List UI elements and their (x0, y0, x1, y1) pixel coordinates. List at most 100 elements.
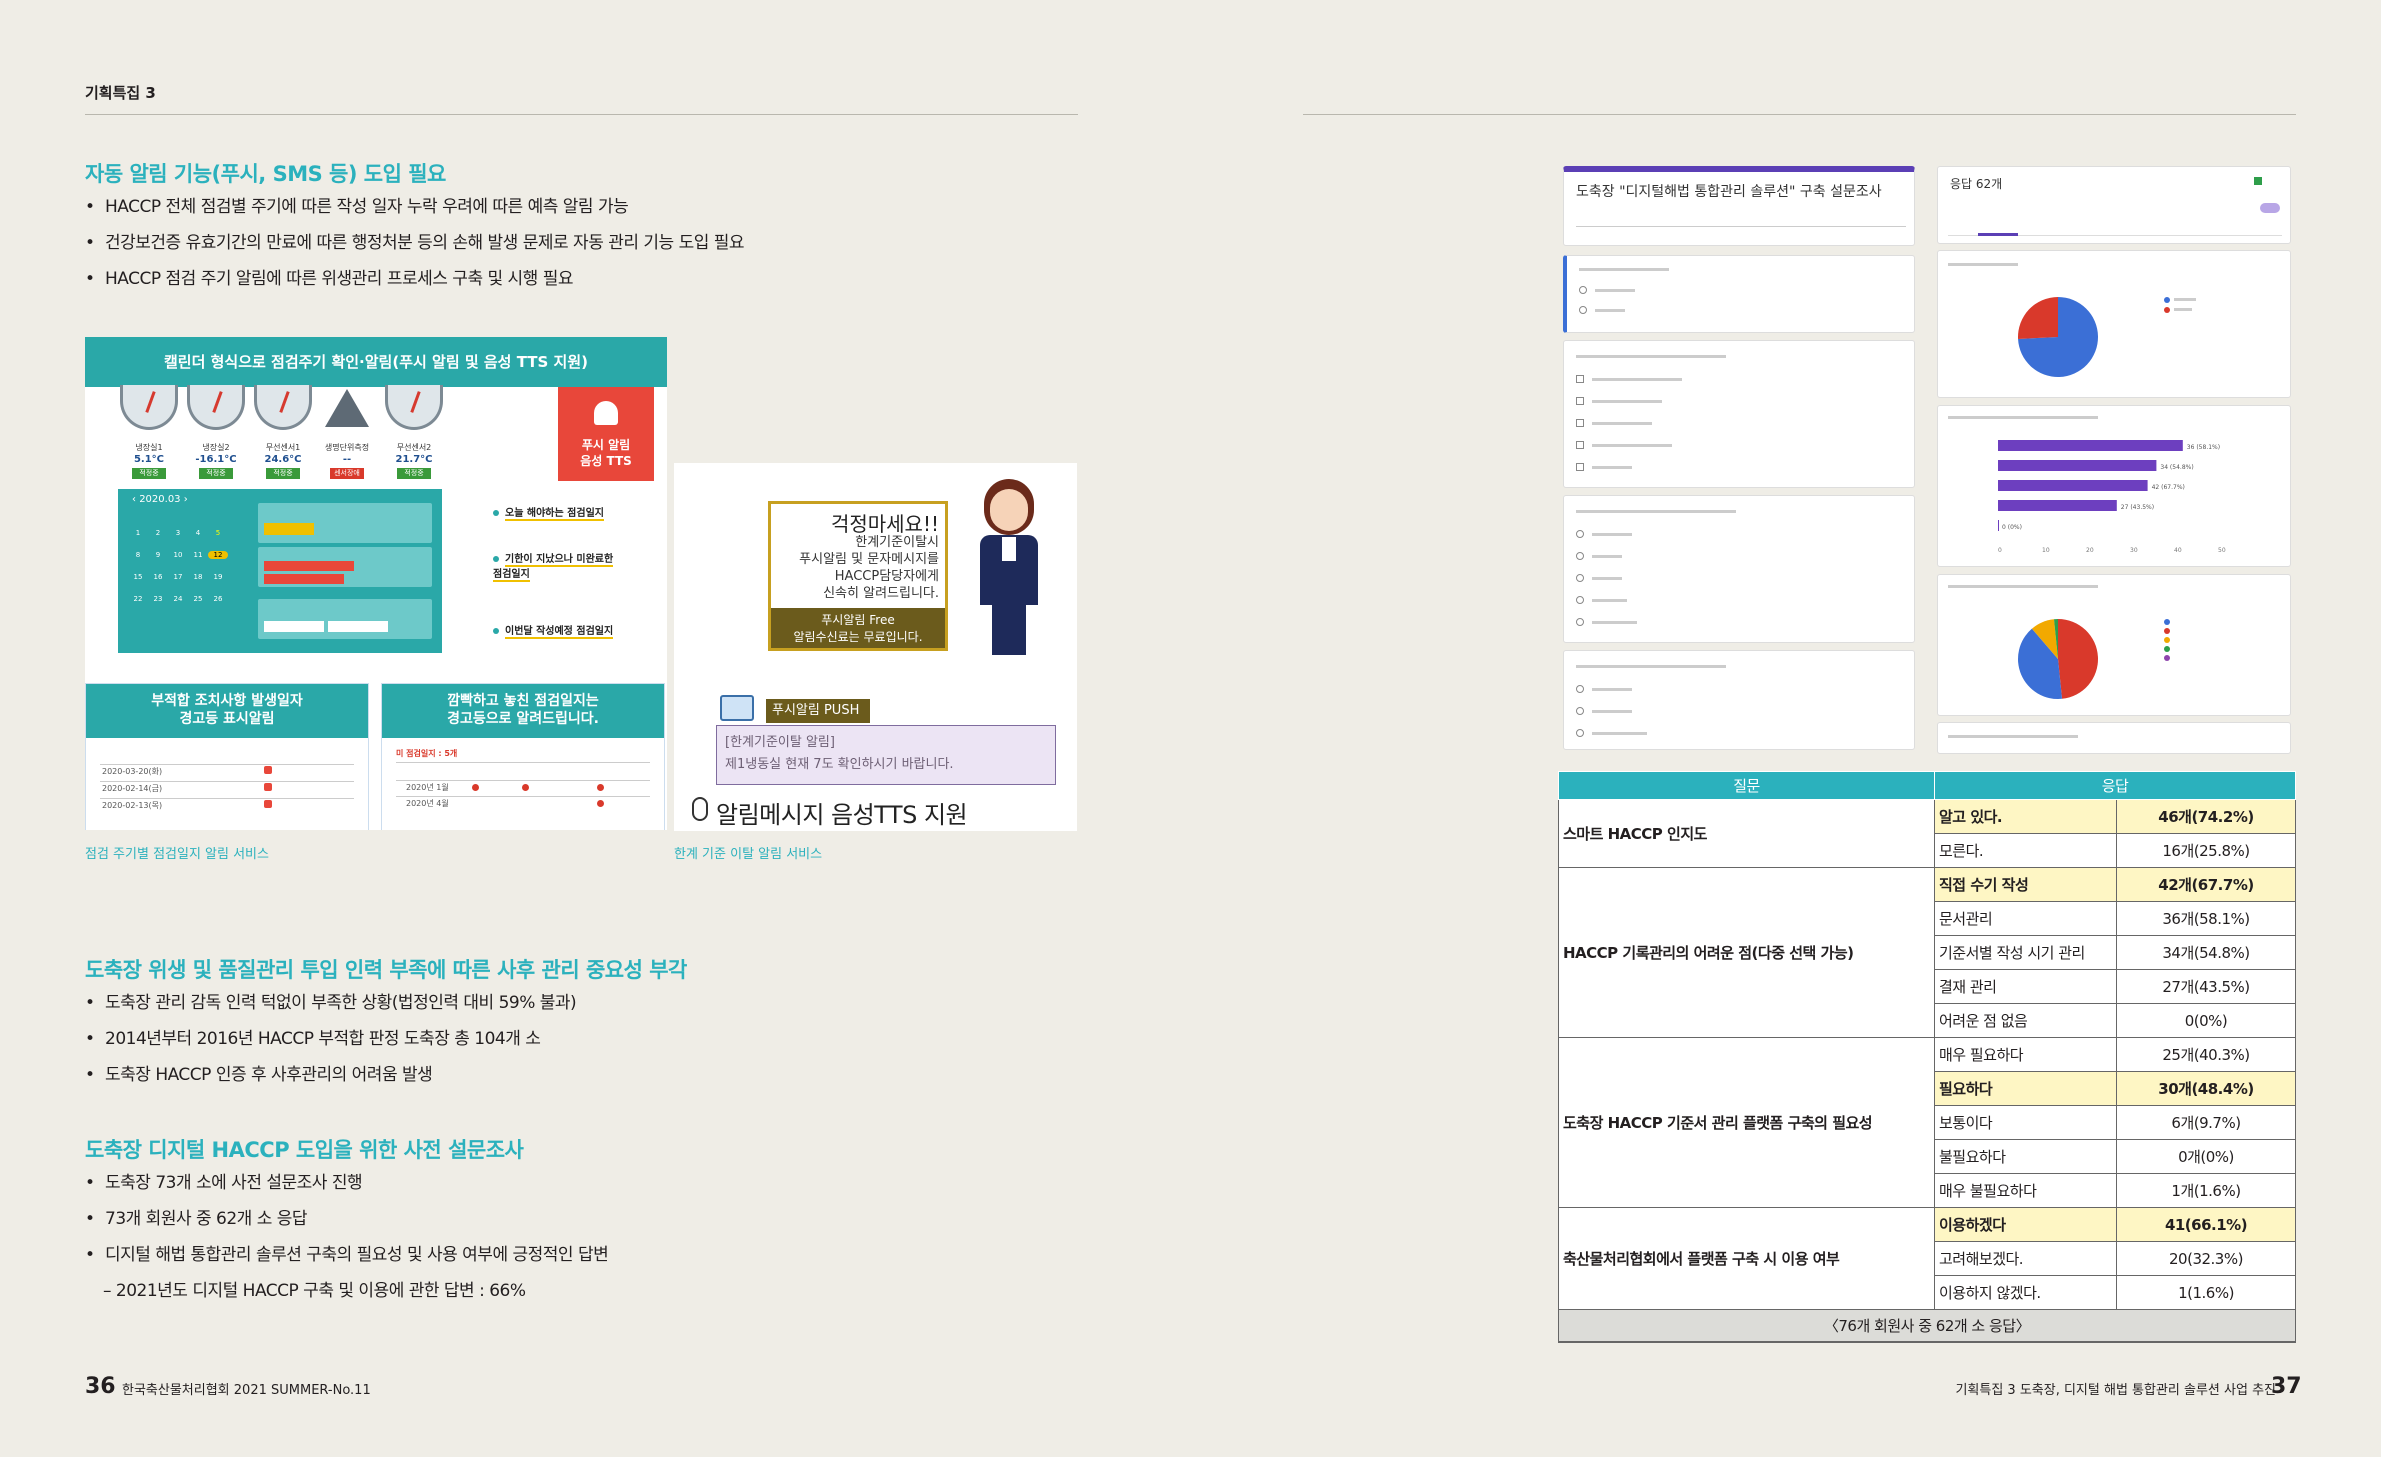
table-row: 축산물처리협회에서 플랫폼 구축 시 이용 여부 이용하겠다 41(66.1%) (1558, 1207, 2296, 1310)
section-title-manpower: 도축장 위생 및 품질관리 투입 인력 부족에 따른 사후 관리 중요성 부각 (85, 958, 687, 982)
calendar-event (258, 503, 432, 543)
list-item: • 디지털 해법 통합관리 솔루션 구축의 필요성 및 사용 여부에 긍정적인 답… (85, 1245, 609, 1265)
table-row: 도축장 HACCP 기준서 관리 플랫폼 구축의 필요성 매우 필요하다 25개(4… (1558, 1037, 2296, 1208)
alarm-icon (264, 766, 272, 774)
pie-chart-card (1937, 250, 2291, 398)
nonconformity-box: 부적합 조치사항 발생일자 경고등 표시알림 2020-03-20(화) 202… (85, 683, 369, 830)
list-item: • 건강보건증 유효기간의 만료에 따른 행정처분 등의 손해 발생 문제로 자동… (85, 233, 745, 253)
x-tick-label: 40 (2174, 547, 2182, 554)
status-badge: 적정중 (199, 468, 233, 479)
bullet-list-auto-alert: • HACCP 전체 점검별 주기에 따른 작성 일자 누락 우려에 따른 예측 … (85, 189, 745, 297)
page-number-right: 37 (2271, 1374, 2302, 1399)
calendar-event (258, 547, 432, 587)
warning-dot-icon (472, 784, 479, 791)
operator-character-icon (974, 479, 1044, 659)
warning-icon (325, 389, 369, 427)
table-footnote-row: 〈76개 회원사 중 62개 소 응답〉 (1558, 1309, 2296, 1343)
status-badge: 적정중 (397, 468, 431, 479)
calendar-event (258, 599, 432, 639)
toggle-switch[interactable] (2260, 203, 2280, 213)
footer-text-left: 한국축산물처리협회 2021 SUMMER-No.11 (122, 1383, 371, 1398)
sheets-icon (2254, 177, 2262, 185)
microphone-icon (692, 797, 708, 821)
list-item: • 73개 회원사 중 62개 소 응답 (85, 1209, 308, 1229)
list-item: • HACCP 점검 주기 알림에 따른 위생관리 프로세스 구축 및 시행 필요 (85, 269, 574, 289)
x-tick-label: 20 (2086, 547, 2094, 554)
bar-label: 0 (0%) (2002, 524, 2022, 531)
bar (1998, 520, 1999, 531)
bell-icon (594, 401, 618, 425)
table-header: 응답 (1934, 771, 2296, 800)
callout-this-month: 이번달 작성예정 점검일지 (493, 622, 614, 639)
footer-text-right: 기획특집 3 도축장, 디지털 해법 통합관리 솔루션 사업 추진 (1955, 1383, 2276, 1398)
form-question-card (1563, 495, 1915, 643)
pie-slice (2018, 297, 2058, 340)
bar-label: 34 (54.8%) (2160, 464, 2193, 471)
list-item: • 도축장 HACCP 인증 후 사후관리의 어려움 발생 (85, 1065, 433, 1085)
table-row: 스마트 HACCP 인지도 알고 있다. 46개(74.2%) (1558, 799, 2296, 868)
gauge-value: 24.6°C (264, 454, 302, 465)
warning-dot-icon (522, 784, 529, 791)
pie-chart-necessity (2018, 619, 2098, 699)
responses-header-card: 응답 62개 (1937, 166, 2291, 244)
x-tick-label: 10 (2042, 547, 2050, 554)
bar (1998, 500, 2117, 511)
pie-chart-awareness (2018, 297, 2098, 377)
chat-icon (720, 695, 754, 721)
bar-chart-difficulties: 36 (58.1%) 34 (54.8%) 42 (67.7%) 27 (43.5%)… (1998, 440, 2226, 554)
bullet-list-survey: • 도축장 73개 소에 사전 설문조사 진행 • 73개 회원사 중 62개 소 … (85, 1165, 609, 1309)
gauge-label: 냉장실1 (135, 443, 163, 452)
status-badge: 적정중 (132, 468, 166, 479)
warning-dot-icon (597, 784, 604, 791)
bar (1998, 460, 2157, 471)
callout-today: 오늘 해야하는 점검일지 (493, 504, 604, 521)
survey-results-table: 질문 응답 스마트 HACCP 인지도 알고 있다. 46개(74.2%) 모른다. 1… (1558, 771, 2296, 1343)
section-header-label: 기획특집 3 (85, 84, 156, 102)
page-number-left: 36 (85, 1374, 116, 1399)
gauge-value: 21.7°C (395, 454, 433, 465)
status-badge: 적정중 (266, 468, 300, 479)
bar (1998, 480, 2148, 491)
form-question-card (1563, 650, 1915, 750)
form-question-card (1563, 255, 1915, 333)
list-sub-item: – 2021년도 디지털 HACCP 구축 및 이용에 관한 답변 : 66% (103, 1281, 526, 1301)
bar (1998, 440, 2183, 451)
list-item: • 2014년부터 2016년 HACCP 부적합 판정 도축장 총 104개 소 (85, 1029, 541, 1049)
section-title-survey: 도축장 디지털 HACCP 도입을 위한 사전 설문조사 (85, 1138, 524, 1162)
gauge-icon (254, 385, 312, 430)
bullet-list-manpower: • 도축장 관리 감독 인력 턱없이 부족한 상황(법정인력 대비 59% 불과)… (85, 985, 577, 1093)
missed-log-box: 깜빡하고 놓친 점검일지는 경고등으로 알려드립니다. 미 점검일지 : 5개 … (381, 683, 665, 830)
figure-title: 캘린더 형식으로 점검주기 확인·알림(푸시 알림 및 음성 TTS 지원) (85, 337, 667, 387)
table-row: HACCP 기록관리의 어려운 점(다중 선택 가능) 직접 수기 작성 42개(6… (1558, 867, 2296, 1038)
callout-overdue: 기한이 지났으나 미완료한 점검일지 (493, 554, 614, 582)
alarm-icon (264, 800, 272, 808)
x-tick-label: 50 (2218, 547, 2226, 554)
x-tick-label: 0 (1998, 547, 2002, 554)
header-rule-right (1303, 114, 2296, 115)
push-tts-badge: 푸시 알림 음성 TTS (558, 387, 654, 481)
calendar-month: ‹ 2020.03 › (132, 494, 188, 505)
tts-caption: 알림메시지 음성TTS 지원 (716, 801, 968, 829)
table-header: 질문 (1558, 771, 1935, 800)
bar-chart-card: 36 (58.1%) 34 (54.8%) 42 (67.7%) 27 (43.5%)… (1937, 405, 2291, 567)
list-item: • 도축장 관리 감독 인력 턱없이 부족한 상황(법정인력 대비 59% 불과) (85, 993, 577, 1013)
section-title-auto-alert: 자동 알림 기능(푸시, SMS 등) 도입 필요 (85, 162, 446, 186)
gauge-label: 생명단위측정 (324, 443, 370, 452)
bar-label: 42 (67.7%) (2152, 484, 2185, 491)
gauge-label: 무선센서2 (396, 443, 432, 452)
gauge-label: 냉장실2 (202, 443, 230, 452)
gauge-value: -16.1°C (195, 454, 237, 465)
bar-label: 27 (43.5%) (2121, 504, 2154, 511)
status-badge: 센서장애 (330, 468, 364, 479)
gauge-value: -- (342, 454, 352, 465)
form-title-card: 도축장 "디지털해법 통합관리 솔루션" 구축 설문조사 (1563, 166, 1915, 246)
gauge-icon (385, 385, 443, 430)
gauge-icon (120, 385, 178, 430)
warning-dot-icon (597, 800, 604, 807)
worry-notice: 걱정마세요!! 한계기준이탈시 푸시알림 및 문자메시지를 HACCP담당자에게… (768, 501, 948, 651)
gauge-label: 무선센서1 (265, 443, 301, 452)
calendar-alert-figure: 캘린더 형식으로 점검주기 확인·알림(푸시 알림 및 음성 TTS 지원) 냉… (85, 337, 667, 830)
header-rule-left (85, 114, 1078, 115)
figure-caption-left: 점검 주기별 점검일지 알림 서비스 (85, 847, 269, 862)
pie-chart-card (1937, 574, 2291, 716)
